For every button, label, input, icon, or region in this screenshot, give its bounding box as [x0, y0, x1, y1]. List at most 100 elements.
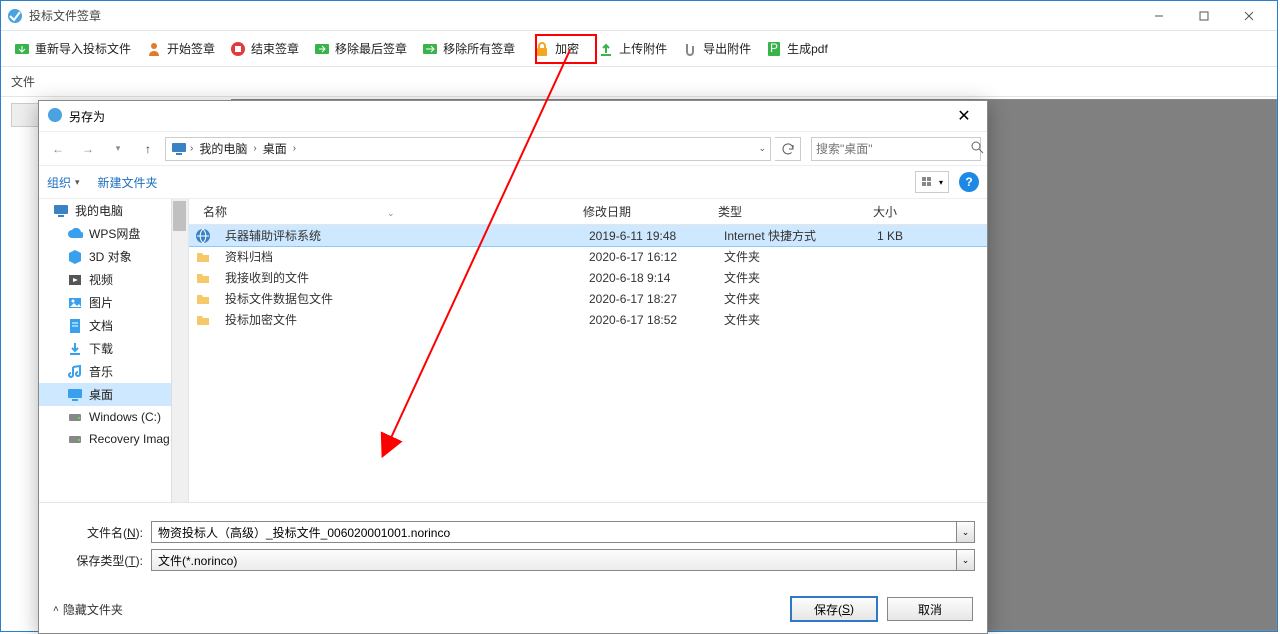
tree-item[interactable]: Recovery Imag [39, 428, 188, 450]
minimize-button[interactable] [1136, 2, 1181, 30]
remove-last-button[interactable]: 移除最后签章 [307, 36, 413, 62]
search-icon [971, 141, 984, 157]
monitor-icon [53, 203, 69, 219]
tree-item-label: 音乐 [89, 363, 113, 380]
tree-item[interactable]: 视频 [39, 268, 188, 291]
remove-all-button[interactable]: 移除所有签章 [415, 36, 521, 62]
app-titlebar: 投标文件签章 [1, 1, 1277, 31]
tree-item-label: 桌面 [89, 386, 113, 403]
gen-pdf-label: 生成pdf [787, 40, 828, 57]
breadcrumb[interactable]: › 我的电脑 › 桌面 › ⌄ [165, 137, 771, 161]
tree-scrollbar[interactable] [171, 199, 188, 502]
nav-up-button[interactable]: ↑ [135, 136, 161, 162]
tree-item[interactable]: 3D 对象 [39, 245, 188, 268]
nav-recent-button[interactable]: ▾ [105, 136, 131, 162]
close-button[interactable] [1226, 2, 1271, 30]
refresh-button[interactable] [775, 137, 801, 161]
hide-folders-link[interactable]: ˄ 隐藏文件夹 [53, 601, 123, 618]
upload-button[interactable]: 上传附件 [591, 36, 673, 62]
chevron-right-icon: › [190, 143, 193, 154]
filetype-label: 保存类型(T): [51, 552, 151, 569]
sort-indicator: ⌄ [387, 208, 395, 218]
file-row[interactable]: 投标加密文件2020-6-17 18:52文件夹 [189, 309, 987, 330]
lock-icon [533, 40, 551, 58]
filename-label: 文件名(N): [51, 524, 151, 541]
col-size[interactable]: 大小 [835, 203, 905, 220]
reimport-button[interactable]: 重新导入投标文件 [7, 36, 137, 62]
file-row[interactable]: 兵器辅助评标系统2019-6-11 19:48Internet 快捷方式1 KB [189, 225, 987, 246]
new-folder-button[interactable]: 新建文件夹 [98, 174, 158, 191]
file-type: 文件夹 [716, 311, 841, 328]
filetype-select[interactable]: 文件(*.norinco) [151, 549, 957, 571]
export-button[interactable]: 导出附件 [675, 36, 757, 62]
nav-tree[interactable]: 我的电脑 WPS网盘 3D 对象视频图片文档下载音乐桌面 Windows (C:)Re… [39, 199, 189, 502]
file-name: 资料归档 [217, 248, 581, 265]
nav-row: ← → ▾ ↑ › 我的电脑 › 桌面 › ⌄ [39, 131, 987, 165]
tree-item-label: 3D 对象 [89, 248, 132, 265]
app-toolbar: 重新导入投标文件 开始签章 结束签章 移除最后签章 移除所有签章 加密 上传附件… [1, 31, 1277, 67]
drive-icon [67, 431, 83, 447]
breadcrumb-dropdown[interactable]: ⌄ [758, 143, 766, 154]
file-header: 名称⌄ 修改日期 类型 大小 [189, 199, 987, 225]
tree-item-label: WPS网盘 [89, 225, 140, 242]
tree-item[interactable]: 音乐 [39, 360, 188, 383]
tree-item[interactable]: 桌面 [39, 383, 188, 406]
download-icon [67, 341, 83, 357]
globe-icon [195, 228, 211, 244]
upload-label: 上传附件 [619, 40, 667, 57]
maximize-button[interactable] [1181, 2, 1226, 30]
file-row[interactable]: 资料归档2020-6-17 16:12文件夹 [189, 246, 987, 267]
file-name: 投标文件数据包文件 [217, 290, 581, 307]
tree-item[interactable]: 我的电脑 [39, 199, 188, 222]
tree-item[interactable]: Windows (C:) [39, 406, 188, 428]
tree-item-label: 图片 [89, 294, 113, 311]
chevron-up-icon: ˄ [53, 604, 59, 615]
tree-item[interactable]: 下载 [39, 337, 188, 360]
dialog-title: 另存为 [69, 108, 105, 125]
search-box[interactable] [811, 137, 981, 161]
monitor-icon [170, 140, 188, 158]
nav-forward-button[interactable]: → [75, 136, 101, 162]
organize-label: 组织 [47, 174, 71, 191]
cancel-button[interactable]: 取消 [887, 597, 973, 621]
chevron-right-icon: › [253, 143, 256, 154]
file-row[interactable]: 投标文件数据包文件2020-6-17 18:27文件夹 [189, 288, 987, 309]
file-date: 2020-6-17 18:27 [581, 292, 716, 306]
nav-back-button[interactable]: ← [45, 136, 71, 162]
cube-icon [67, 249, 83, 265]
tree-item[interactable]: 文档 [39, 314, 188, 337]
filename-dropdown[interactable]: ⌄ [957, 521, 975, 543]
filetype-dropdown[interactable]: ⌄ [957, 549, 975, 571]
end-sign-button[interactable]: 结束签章 [223, 36, 305, 62]
dialog-titlebar[interactable]: 另存为 ✕ [39, 101, 987, 131]
filename-input[interactable] [151, 521, 957, 543]
hide-folders-label: 隐藏文件夹 [63, 601, 123, 618]
pdf-icon: P [765, 40, 783, 58]
dialog-icon [47, 107, 63, 126]
remove-last-icon [313, 40, 331, 58]
doc-icon [67, 318, 83, 334]
col-name[interactable]: 名称⌄ [195, 203, 575, 220]
file-row[interactable]: 我接收到的文件2020-6-18 9:14文件夹 [189, 267, 987, 288]
help-button[interactable]: ? [959, 172, 979, 192]
breadcrumb-seg-2[interactable]: 桌面 [259, 140, 291, 157]
file-list[interactable]: 兵器辅助评标系统2019-6-11 19:48Internet 快捷方式1 KB… [189, 225, 987, 502]
search-input[interactable] [816, 142, 971, 156]
start-sign-button[interactable]: 开始签章 [139, 36, 221, 62]
svg-text:P: P [770, 41, 778, 55]
file-date: 2019-6-11 19:48 [581, 229, 716, 243]
gen-pdf-button[interactable]: P 生成pdf [759, 36, 834, 62]
col-date[interactable]: 修改日期 [575, 203, 710, 220]
save-button[interactable]: 保存(S) [791, 597, 877, 621]
tree-item[interactable]: WPS网盘 [39, 222, 188, 245]
breadcrumb-seg-1[interactable]: 我的电脑 [195, 140, 251, 157]
scrollbar-thumb[interactable] [173, 201, 186, 231]
folder-icon [195, 312, 211, 328]
organize-menu[interactable]: 组织▾ [47, 174, 80, 191]
encrypt-button[interactable]: 加密 [523, 36, 589, 62]
music-icon [67, 364, 83, 380]
view-mode-button[interactable]: ▾ [915, 171, 949, 193]
tree-item[interactable]: 图片 [39, 291, 188, 314]
col-type[interactable]: 类型 [710, 203, 835, 220]
dialog-close-button[interactable]: ✕ [949, 104, 979, 128]
